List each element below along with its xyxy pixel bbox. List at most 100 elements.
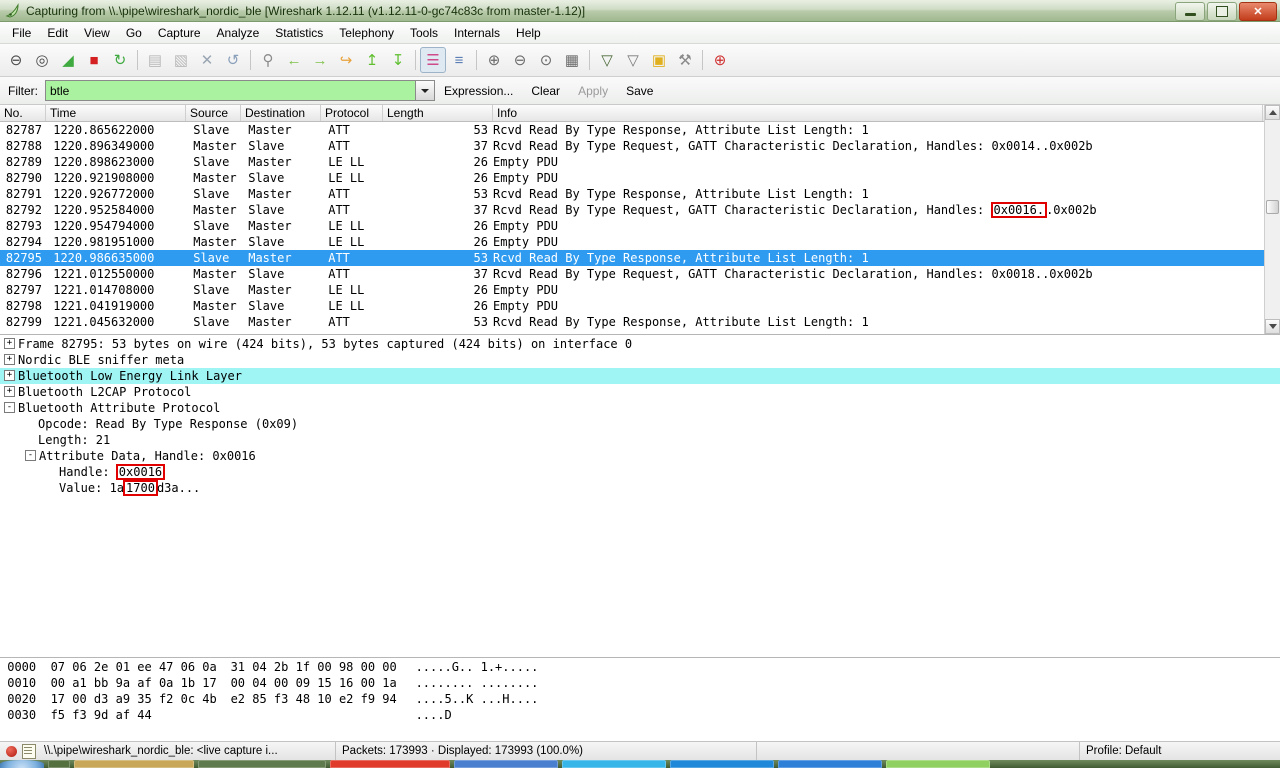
packet-list-row[interactable]: 82799 1221.045632000 Slave Master ATT 53 R… [0,314,1280,330]
capture-file-properties-icon[interactable] [22,743,36,759]
hex-dump-line[interactable]: 0010 00 a1 bb 9a af 0a 1b 17 00 04 00 09 … [0,675,1280,691]
packet-list-row[interactable]: 82796 1221.012550000 Master Slave ATT 37 R… [0,266,1280,282]
taskbar-item-7[interactable] [778,760,882,768]
open-file-icon[interactable]: ▤ [142,47,168,73]
packet-list-header[interactable]: No. Time Source Destination Protocol Length In… [0,105,1280,122]
packet-list-row[interactable]: 82788 1220.896349000 Master Slave ATT 37 R… [0,138,1280,154]
status-profile[interactable]: Profile: Default [1080,742,1280,761]
menu-view[interactable]: View [76,24,118,42]
packet-list-column-destination[interactable]: Destination [241,105,321,121]
menu-edit[interactable]: Edit [39,24,76,42]
packet-list-row[interactable]: 82797 1221.014708000 Slave Master LE LL 2… [0,282,1280,298]
detail-tree-item[interactable]: Opcode: Read By Type Response (0x09) [0,416,1280,432]
expand-icon[interactable]: + [4,370,15,381]
detail-tree-item[interactable]: - Attribute Data, Handle: 0x0016 [0,448,1280,464]
taskbar-item-4[interactable] [454,760,558,768]
packet-list-vscrollbar[interactable] [1264,105,1280,334]
save-file-icon[interactable]: ▧ [168,47,194,73]
hex-dump-line[interactable]: 0020 17 00 d3 a9 35 f2 0c 4b e2 85 f3 48 … [0,691,1280,707]
preferences-icon[interactable]: ⚒ [672,47,698,73]
display-filters-icon[interactable]: ▽ [620,47,646,73]
scroll-up-icon[interactable] [1265,105,1280,120]
menu-go[interactable]: Go [118,24,150,42]
packet-list-row[interactable]: 82792 1220.952584000 Master Slave ATT 37 R… [0,202,1280,218]
detail-tree-item[interactable]: + Nordic BLE sniffer meta [0,352,1280,368]
clear-filter-button[interactable]: Clear [522,84,569,98]
packet-list-pane[interactable]: No. Time Source Destination Protocol Length In… [0,105,1280,335]
go-to-packet-icon[interactable]: ↪ [333,47,359,73]
menu-statistics[interactable]: Statistics [267,24,331,42]
find-packet-icon[interactable]: ⚲ [255,47,281,73]
packet-list-row[interactable]: 82798 1221.041919000 Master Slave LE LL 2… [0,298,1280,314]
packet-bytes-pane[interactable]: 0000 07 06 2e 01 ee 47 06 0a 31 04 2b 1f … [0,659,1280,741]
detail-tree-item[interactable]: - Bluetooth Attribute Protocol [0,400,1280,416]
packet-list-column-protocol[interactable]: Protocol [321,105,383,121]
capture-filters-icon[interactable]: ▽ [594,47,620,73]
auto-scroll-icon[interactable]: ≡ [446,47,472,73]
hex-dump[interactable]: 0000 07 06 2e 01 ee 47 06 0a 31 04 2b 1f … [0,659,1280,723]
go-to-first-packet-icon[interactable]: ↥ [359,47,385,73]
packet-list-row[interactable]: 82793 1220.954794000 Slave Master LE LL 2… [0,218,1280,234]
expression-button[interactable]: Expression... [435,84,522,98]
packet-list-column-no[interactable]: No. [0,105,46,121]
maximize-restore-button[interactable] [1207,2,1237,21]
menu-tools[interactable]: Tools [402,24,446,42]
go-forward-icon[interactable]: → [307,47,333,73]
restart-capture-icon[interactable]: ↻ [107,47,133,73]
packet-list-row[interactable]: 82789 1220.898623000 Slave Master LE LL 2… [0,154,1280,170]
hex-dump-line[interactable]: 0030 f5 f3 9d af 44 ....D [0,707,1280,723]
menu-internals[interactable]: Internals [446,24,508,42]
taskbar-item-6[interactable] [670,760,774,768]
collapse-icon[interactable]: - [4,402,15,413]
start-capture-icon[interactable]: ◢ [55,47,81,73]
packet-list-row[interactable]: 82787 1220.865622000 Slave Master ATT 53 R… [0,122,1280,138]
reload-file-icon[interactable]: ↺ [220,47,246,73]
save-filter-button[interactable]: Save [617,84,662,98]
close-button[interactable]: ✕ [1239,2,1277,21]
detail-tree-item[interactable]: Value: 1a 1700 d3a... [0,480,1280,496]
scroll-thumb[interactable] [1266,200,1279,214]
detail-tree-item[interactable]: Handle: 0x0016 [0,464,1280,480]
menu-analyze[interactable]: Analyze [209,24,268,42]
packet-detail-tree[interactable]: + Frame 82795: 53 bytes on wire (424 bits… [0,336,1280,496]
expand-icon[interactable]: + [4,354,15,365]
filter-input[interactable] [46,81,434,100]
go-back-icon[interactable]: ← [281,47,307,73]
expand-icon[interactable]: + [4,386,15,397]
zoom-reset-icon[interactable]: ⊙ [533,47,559,73]
stop-capture-dot-icon[interactable] [6,745,17,757]
scroll-down-icon[interactable] [1265,319,1280,334]
capture-options-icon[interactable]: ◎ [29,47,55,73]
zoom-out-icon[interactable]: ⊖ [507,47,533,73]
close-file-icon[interactable]: ✕ [194,47,220,73]
filter-combo[interactable] [45,80,435,101]
detail-tree-item[interactable]: + Frame 82795: 53 bytes on wire (424 bits… [0,336,1280,352]
start-button[interactable] [0,760,44,768]
chevron-down-icon[interactable] [415,81,434,100]
expand-icon[interactable]: + [4,338,15,349]
packet-list-row[interactable]: 82790 1220.921908000 Master Slave LE LL 2… [0,170,1280,186]
menu-telephony[interactable]: Telephony [331,24,402,42]
packet-list-column-length[interactable]: Length [383,105,493,121]
taskbar-item-1[interactable] [74,760,194,768]
detail-tree-item[interactable]: Length: 21 [0,432,1280,448]
status-capture-file[interactable]: \\.\pipe\wireshark_nordic_ble: <live cap… [38,741,336,761]
packet-list-row[interactable]: 82791 1220.926772000 Slave Master ATT 53 R… [0,186,1280,202]
quick-launch[interactable] [48,760,70,768]
taskbar-item-8[interactable] [886,760,990,768]
minimize-button[interactable] [1175,2,1205,21]
detail-tree-item[interactable]: + Bluetooth L2CAP Protocol [0,384,1280,400]
help-contents-icon[interactable]: ⊕ [707,47,733,73]
detail-tree-item[interactable]: + Bluetooth Low Energy Link Layer [0,368,1280,384]
packet-details-pane[interactable]: + Frame 82795: 53 bytes on wire (424 bits… [0,336,1280,658]
zoom-in-icon[interactable]: ⊕ [481,47,507,73]
packet-list-column-info[interactable]: Info [493,105,1263,121]
collapse-icon[interactable]: - [25,450,36,461]
taskbar-item-2[interactable] [198,760,326,768]
go-to-last-packet-icon[interactable]: ↧ [385,47,411,73]
interfaces-list-icon[interactable]: ⊖ [3,47,29,73]
packet-list-row[interactable]: 82795 1220.986635000 Slave Master ATT 53 R… [0,250,1280,266]
menu-help[interactable]: Help [508,24,549,42]
resize-columns-icon[interactable]: ▦ [559,47,585,73]
colorize-packet-list-icon[interactable]: ☰ [420,47,446,73]
